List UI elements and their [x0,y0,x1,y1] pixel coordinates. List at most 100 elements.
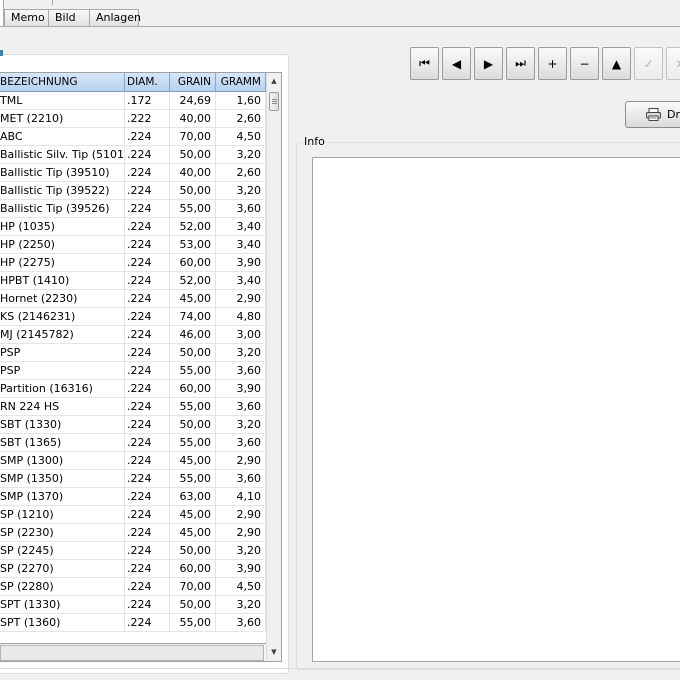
grid-header: BEZEICHNUNG DIAM. GRAIN GRAMM [0,73,266,92]
groupbox-caption-fragment [0,50,3,56]
scroll-thumb[interactable] [269,92,279,111]
nav-next-icon: ▶ [483,56,494,71]
nav-prior-button[interactable]: ◀ [442,47,471,80]
table-row[interactable]: HP (1035) .224 52,00 3,40 [0,218,266,236]
tab-anlagen-label: Anlagen [96,11,142,24]
table-row[interactable]: SP (1210) .224 45,00 2,90 [0,506,266,524]
cell-bezeichnung: HPBT (1410) [0,272,125,289]
table-row[interactable]: SP (2245) .224 50,00 3,20 [0,542,266,560]
scroll-down-icon[interactable]: ▼ [267,644,281,660]
table-row[interactable]: Hornet (2230) .224 45,00 2,90 [0,290,266,308]
cell-grain: 50,00 [170,596,216,613]
cell-gramm: 3,20 [216,146,266,163]
cell-grain: 50,00 [170,542,216,559]
column-header-gramm[interactable]: GRAMM [216,73,266,91]
table-row[interactable]: MJ (2145782) .224 46,00 3,00 [0,326,266,344]
grid-vertical-scrollbar[interactable]: ▲ ▼ [266,73,281,661]
nav-insert-button[interactable]: + [538,47,567,80]
cell-grain: 45,00 [170,452,216,469]
nav-last-button[interactable]: ⏭ [506,47,535,80]
cell-grain: 74,00 [170,308,216,325]
info-memo[interactable] [312,157,680,662]
table-row[interactable]: MET (2210) .222 40,00 2,60 [0,110,266,128]
bottom-divider [0,668,680,669]
cell-grain: 24,69 [170,92,216,109]
table-row[interactable]: HP (2250) .224 53,00 3,40 [0,236,266,254]
table-row[interactable]: SPT (1330) .224 50,00 3,20 [0,596,266,614]
cell-gramm: 3,60 [216,200,266,217]
table-row[interactable]: PSP .224 50,00 3,20 [0,344,266,362]
table-row[interactable]: Ballistic Tip (39510) .224 40,00 2,60 [0,164,266,182]
cell-gramm: 3,20 [216,416,266,433]
table-row[interactable]: KS (2146231) .224 74,00 4,80 [0,308,266,326]
table-row[interactable]: HP (2275) .224 60,00 3,90 [0,254,266,272]
table-row[interactable]: RN 224 HS .224 55,00 3,60 [0,398,266,416]
cell-diam: .224 [125,290,170,307]
table-row[interactable]: HPBT (1410) .224 52,00 3,40 [0,272,266,290]
table-row[interactable]: ABC .224 70,00 4,50 [0,128,266,146]
cell-diam: .224 [125,236,170,253]
cell-bezeichnung: SMP (1300) [0,452,125,469]
cell-gramm: 3,40 [216,218,266,235]
cell-grain: 70,00 [170,578,216,595]
table-row[interactable]: Ballistic Silv. Tip (51010) .224 50,00 3,20 [0,146,266,164]
grid-body: TML .172 24,69 1,60 MET (2210) .222 40,00 2,60 A… [0,92,266,642]
tab-anlagen[interactable]: Anlagen [89,9,142,26]
nav-insert-icon: + [547,56,558,71]
cell-gramm: 3,40 [216,236,266,253]
cell-diam: .224 [125,416,170,433]
table-row[interactable]: SP (2230) .224 45,00 2,90 [0,524,266,542]
table-row[interactable]: SP (2270) .224 60,00 3,90 [0,560,266,578]
cell-diam: .224 [125,362,170,379]
cell-gramm: 2,90 [216,506,266,523]
cell-grain: 55,00 [170,434,216,451]
table-row[interactable]: Ballistic Tip (39522) .224 50,00 3,20 [0,182,266,200]
table-row[interactable]: SPT (1360) .224 55,00 3,60 [0,614,266,632]
tab-strip: Memo Bild Anlagen [0,0,680,27]
table-row[interactable]: SBT (1330) .224 50,00 3,20 [0,416,266,434]
table-row[interactable]: PSP .224 55,00 3,60 [0,362,266,380]
nav-delete-button[interactable]: − [570,47,599,80]
nav-next-button[interactable]: ▶ [474,47,503,80]
cell-diam: .224 [125,506,170,523]
nav-edit-button[interactable]: ▲ [602,47,631,80]
table-row[interactable]: SBT (1365) .224 55,00 3,60 [0,434,266,452]
cell-bezeichnung: SBT (1365) [0,434,125,451]
cell-diam: .224 [125,434,170,451]
cell-diam: .224 [125,308,170,325]
nav-post-button[interactable]: ✓ [634,47,663,80]
scroll-up-icon[interactable]: ▲ [267,73,281,89]
grid-filter-input[interactable] [0,645,264,661]
nav-cancel-button[interactable]: ✕ [666,47,680,80]
nav-prior-icon: ◀ [451,56,462,71]
table-row[interactable]: SMP (1300) .224 45,00 2,90 [0,452,266,470]
cell-grain: 45,00 [170,290,216,307]
tab-baseline [0,26,680,27]
bullet-grid[interactable]: BEZEICHNUNG DIAM. GRAIN GRAMM TML .172 24,… [0,72,282,662]
cell-grain: 55,00 [170,362,216,379]
cell-bezeichnung: Ballistic Tip (39526) [0,200,125,217]
cell-gramm: 2,90 [216,452,266,469]
tab-bild[interactable]: Bild [48,9,90,26]
table-row[interactable]: SMP (1350) .224 55,00 3,60 [0,470,266,488]
nav-last-icon: ⏭ [515,56,526,70]
cell-grain: 55,00 [170,200,216,217]
print-button[interactable]: Dru [625,101,680,128]
table-row[interactable]: SMP (1370) .224 63,00 4,10 [0,488,266,506]
cell-bezeichnung: MET (2210) [0,110,125,127]
cell-bezeichnung: SBT (1330) [0,416,125,433]
column-header-diam[interactable]: DIAM. [125,73,170,91]
table-row[interactable]: Partition (16316) .224 60,00 3,90 [0,380,266,398]
cell-bezeichnung: Ballistic Tip (39522) [0,182,125,199]
cell-diam: .224 [125,524,170,541]
cell-gramm: 3,60 [216,434,266,451]
cell-grain: 70,00 [170,128,216,145]
table-row[interactable]: TML .172 24,69 1,60 [0,92,266,110]
table-row[interactable]: SP (2280) .224 70,00 4,50 [0,578,266,596]
column-header-bezeichnung[interactable]: BEZEICHNUNG [0,73,125,91]
column-header-grain[interactable]: GRAIN [170,73,216,91]
tab-memo[interactable]: Memo [4,9,49,26]
cell-bezeichnung: SP (2230) [0,524,125,541]
table-row[interactable]: Ballistic Tip (39526) .224 55,00 3,60 [0,200,266,218]
nav-first-button[interactable]: ⏮ [410,47,439,80]
